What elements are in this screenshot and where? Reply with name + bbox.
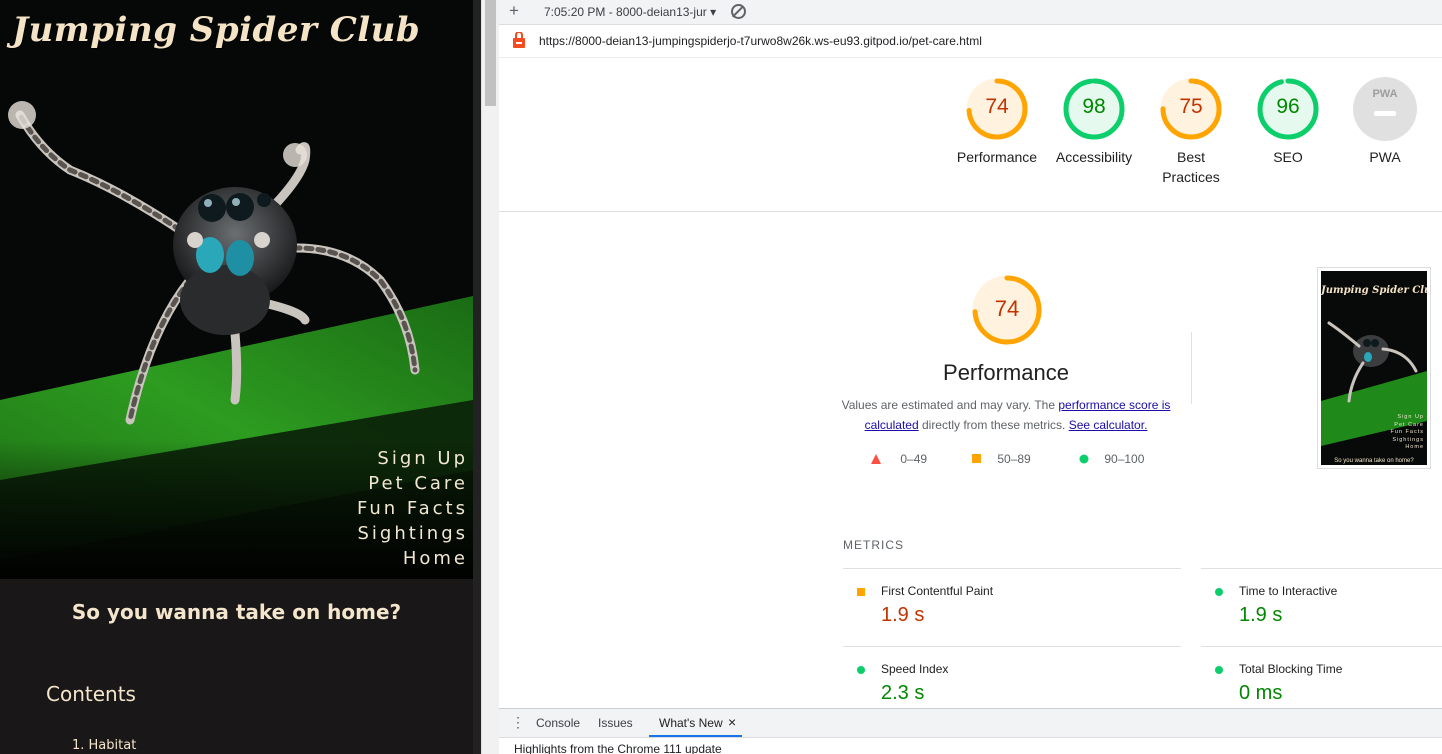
gauge-score: 74 [985,95,1009,118]
legend-fail: 0–49 [871,452,927,466]
gauge-score: 98 [1082,95,1106,118]
metric-name: Speed Index [881,662,949,676]
metric-value: 2.3 s [881,682,925,704]
nav-pet-care[interactable]: Pet Care [357,471,468,496]
square-icon [972,454,981,463]
gauge-score: 75 [1179,95,1203,118]
active-tab-indicator [649,735,742,737]
screenshot-image: Jumping Spider Club Sign Up Pet Care Fun… [1321,271,1427,465]
see-calculator-link[interactable]: See calculator. [1069,418,1148,432]
legend-label: 0–49 [900,452,928,466]
desc-text: directly from these metrics. [918,418,1069,432]
scrollbar-thumb[interactable] [485,0,496,106]
gauge-performance[interactable]: 74 Performance [947,76,1047,167]
screenshot-nav-item: Fun Facts [1390,429,1424,435]
metric-name: Total Blocking Time [1239,662,1343,676]
metric-value: 1.9 s [881,604,925,626]
gauge-label: SEO [1273,149,1303,165]
legend-label: 50–89 [997,452,1031,466]
lighthouse-toolbar: + 7:05:20 PM - 8000-deian13-jur ▾ [499,0,1442,25]
metric-name: Time to Interactive [1239,584,1338,598]
report-select[interactable]: 7:05:20 PM - 8000-deian13-jur ▾ [544,5,716,19]
metric-value: 1.9 s [1239,604,1283,626]
screenshot-nav-item: Sightings [1392,436,1424,443]
contents-heading: Contents [46,682,136,706]
metric-first-contentful-paint: First Contentful Paint 1.9 s [843,568,1181,647]
circle-icon [1215,588,1223,596]
performance-gauge-large: 74 [957,273,1057,347]
url-bar: https://8000-deian13-jumpingspiderjo-t7u… [499,25,1442,58]
plus-icon[interactable]: + [509,1,519,21]
gauge-score: 96 [1276,95,1300,118]
legend-pass: 90–100 [1079,452,1144,466]
nav-fun-facts[interactable]: Fun Facts [357,496,468,521]
gauge-label: PWA [1369,149,1401,165]
close-icon[interactable]: × [728,714,736,730]
pwa-badge-text: PWA [1372,88,1398,100]
screenshot-caption: So you wanna take on home? [1334,458,1414,464]
screenshot-nav-item: Home [1405,444,1424,450]
performance-description: Values are estimated and may vary. The p… [836,395,1176,435]
gauge-seo[interactable]: 96 SEO [1238,76,1338,167]
triangle-icon [871,454,881,464]
tab-whats-new[interactable]: What's New [659,716,723,730]
screenshot-nav: Sign Up Pet Care Fun Facts Sightings Hom… [1391,414,1424,452]
devtools-drawer: ⋮ Console Issues What's New × Highlights… [499,708,1442,754]
circle-icon [857,666,865,674]
nav-home[interactable]: Home [357,546,468,571]
gauge-best-practices[interactable]: 75 Best Practices [1141,76,1241,187]
nav-sign-up[interactable]: Sign Up [357,446,468,471]
square-icon [857,588,865,596]
page-heading: So you wanna take on home? [71,600,402,624]
drawer-body-text: Highlights from the Chrome 111 update [514,742,722,754]
site-title: Jumping Spider Club [12,10,421,50]
pwa-badge-icon [1353,77,1417,141]
site-preview: Jumping Spider Club Sign Up Pet Care Fun… [0,0,473,754]
lighthouse-panel: + 7:05:20 PM - 8000-deian13-jur ▾ https:… [499,0,1442,754]
screenshot-nav-item: Sign Up [1397,414,1424,420]
gauge-label: Accessibility [1055,149,1133,165]
desc-text: Values are estimated and may vary. The [841,398,1059,412]
gauge-pwa[interactable]: PWA PWA [1335,76,1435,167]
site-scrollbar[interactable] [481,0,499,754]
tab-issues[interactable]: Issues [598,716,633,730]
circle-icon [1215,666,1223,674]
viewport-edge [473,0,481,754]
contents-item[interactable]: 1. Habitat [72,738,136,753]
screenshot-title: Jumping Spider Club [1321,285,1427,296]
metric-time-to-interactive: Time to Interactive 1.9 s [1201,568,1442,647]
performance-title: Performance [943,360,1069,385]
screenshot-nav-item: Pet Care [1394,421,1424,428]
final-screenshot[interactable]: Jumping Spider Club Sign Up Pet Care Fun… [1317,267,1431,469]
divider [499,211,1442,212]
more-menu-icon[interactable]: ⋮ [511,714,525,731]
metrics-heading: METRICS [843,538,904,552]
tab-console[interactable]: Console [536,716,580,730]
nav-sightings[interactable]: Sightings [357,521,468,546]
site-nav: Sign Up Pet Care Fun Facts Sightings Hom… [357,446,468,571]
gauge-score: 74 [994,296,1020,321]
metric-value: 0 ms [1239,682,1283,704]
report-url[interactable]: https://8000-deian13-jumpingspiderjo-t7u… [539,34,982,48]
gauge-accessibility[interactable]: 98 Accessibility [1044,76,1144,167]
circle-icon [1079,454,1089,464]
metric-name: First Contentful Paint [881,584,994,598]
legend-label: 90–100 [1104,452,1145,466]
legend-average: 50–89 [972,452,1031,466]
lighthouse-icon [513,32,525,48]
gauge-label: Performance [956,149,1038,165]
divider [1191,332,1192,404]
gauge-label: Best Practices [1162,149,1220,185]
clear-icon[interactable] [731,4,746,19]
drawer-tabs: ⋮ Console Issues What's New × [499,709,1442,738]
hero-banner: Jumping Spider Club Sign Up Pet Care Fun… [0,0,473,579]
